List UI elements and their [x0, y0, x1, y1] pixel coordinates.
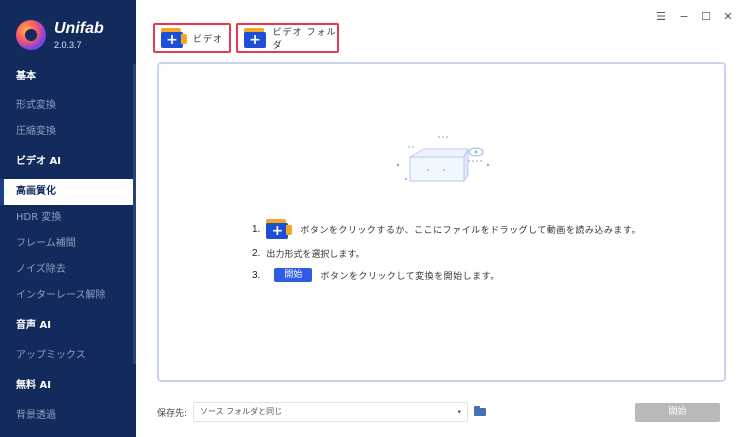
sidebar-item-upscale[interactable]: 高画質化	[0, 179, 134, 205]
sidebar-item-denoise[interactable]: ノイズ除去	[0, 257, 134, 283]
app-name: Unifab	[54, 19, 104, 37]
add-video-label: ビデオ	[193, 34, 224, 45]
close-icon[interactable]: ✕	[721, 10, 735, 24]
sidebar-item-compress[interactable]: 圧縮変換	[0, 119, 134, 145]
instruction-step-1: 1. + ボタンをクリックするか、ここにファイルをドラッグして動画を読み込みます…	[252, 219, 641, 239]
menu-icon[interactable]: ☰	[654, 10, 668, 24]
instruction-step-3: 3. 開始 ボタンをクリックして変換を開始します。	[252, 268, 500, 282]
drop-illustration-icon	[396, 136, 490, 183]
sidebar-item-deinterlace[interactable]: インターレース解除	[0, 283, 134, 309]
sidebar-header-free-ai: 無料 AI	[16, 380, 51, 391]
folder-icon[interactable]	[474, 406, 486, 416]
add-folder-label: ビデオ フォルダ	[272, 28, 337, 51]
sidebar-scrollbar[interactable]	[133, 64, 136, 364]
app-logo: Unifab 2.0.3.7	[16, 20, 104, 50]
sidebar-item-frame-interpolation[interactable]: フレーム補間	[0, 231, 134, 257]
sidebar-item-upmix[interactable]: アップミックス	[0, 343, 134, 369]
save-location-label: 保存先:	[157, 409, 188, 419]
maximize-icon[interactable]: ☐	[699, 10, 713, 24]
sidebar-item-hdr[interactable]: HDR 変換	[0, 205, 134, 231]
add-video-icon: +	[161, 28, 187, 48]
app-version: 2.0.3.7	[54, 39, 82, 50]
add-folder-button[interactable]: + ビデオ フォルダ	[236, 23, 339, 53]
sidebar-header-audio-ai: 音声 AI	[16, 320, 51, 331]
save-location-select[interactable]: ソース フォルダと同じ ▾	[193, 402, 468, 422]
sidebar-header-video-ai: ビデオ AI	[16, 156, 61, 167]
sidebar: Unifab 2.0.3.7 基本 形式変換 圧縮変換 ビデオ AI 高画質化 …	[0, 0, 136, 437]
add-video-icon: +	[266, 219, 293, 239]
instruction-step-2: 2. 出力形式を選択します。	[252, 248, 365, 260]
minimize-icon[interactable]: −	[677, 10, 691, 24]
chevron-down-icon: ▾	[457, 408, 461, 416]
sidebar-item-background-removal[interactable]: 背景透過	[0, 403, 134, 429]
sidebar-header-basic: 基本	[16, 71, 36, 82]
start-button[interactable]: 開始	[635, 403, 720, 422]
unifab-logo-icon	[16, 20, 46, 50]
add-folder-icon: +	[244, 28, 267, 48]
add-video-button[interactable]: + ビデオ	[153, 23, 231, 53]
sidebar-item-format-convert[interactable]: 形式変換	[0, 93, 134, 119]
start-chip: 開始	[274, 268, 313, 282]
